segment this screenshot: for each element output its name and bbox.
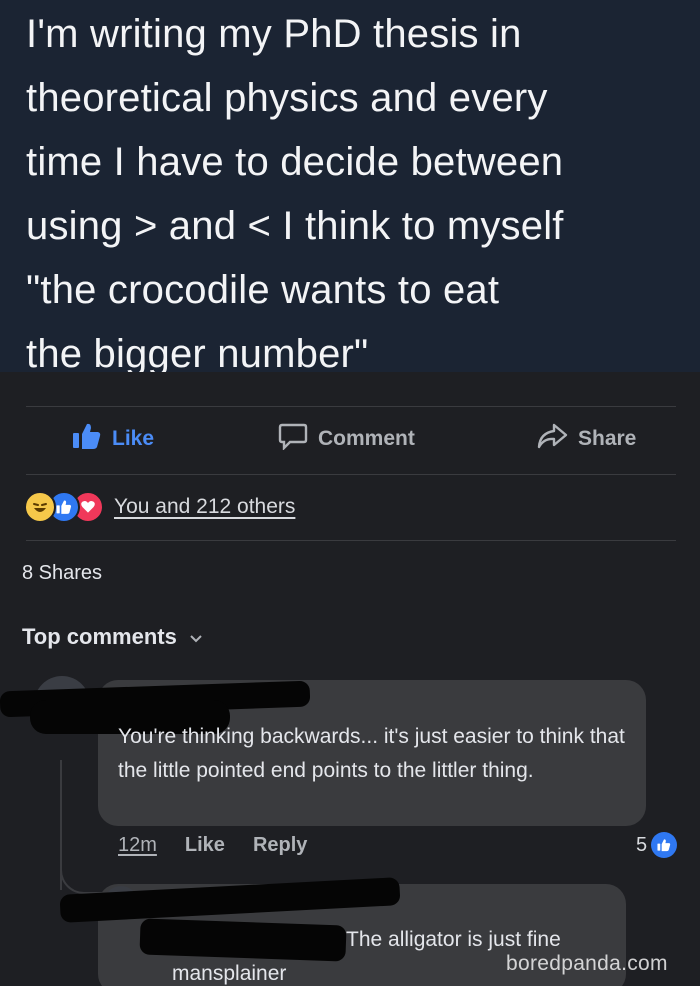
- divider: [26, 474, 676, 475]
- top-comments-dropdown[interactable]: Top comments: [22, 624, 203, 650]
- watermark: boredpanda.com: [506, 952, 668, 975]
- like-button[interactable]: Like: [72, 422, 155, 456]
- redaction-mark: [139, 918, 347, 962]
- like-count-value: 5: [636, 833, 648, 856]
- reactions-summary-text[interactable]: You and 212 others: [114, 495, 295, 519]
- share-label: Share: [578, 427, 637, 450]
- action-bar: Like Comment Share: [0, 406, 700, 474]
- chevron-down-icon: [189, 624, 203, 650]
- like-label: Like: [112, 427, 155, 450]
- haha-icon: [24, 491, 56, 523]
- shares-count[interactable]: 8 Shares: [22, 562, 102, 585]
- reply-text: mansplainer: [172, 962, 287, 985]
- comment-reply-button[interactable]: Reply: [253, 834, 307, 857]
- comment-meta: 12m Like Reply: [118, 834, 307, 857]
- comment-like-button[interactable]: Like: [185, 834, 225, 857]
- thumbs-up-icon: [72, 422, 102, 456]
- reactions-summary[interactable]: You and 212 others: [24, 490, 295, 524]
- post-body: I'm writing my PhD thesis in theoretical…: [0, 0, 700, 376]
- comment-label: Comment: [318, 427, 415, 450]
- post-text: I'm writing my PhD thesis in theoretical…: [26, 12, 564, 376]
- top-comments-label: Top comments: [22, 624, 177, 649]
- share-button[interactable]: Share: [536, 422, 637, 456]
- comment-icon: [278, 422, 308, 456]
- comment-like-count[interactable]: 5: [636, 832, 678, 858]
- comment-text: You're thinking backwards... it's just e…: [118, 725, 625, 782]
- share-arrow-icon: [536, 422, 568, 456]
- divider: [26, 540, 676, 541]
- like-icon: [651, 832, 678, 858]
- comment-button[interactable]: Comment: [278, 422, 415, 456]
- comment-timestamp[interactable]: 12m: [118, 834, 157, 857]
- reply-text: The alligator is just fine: [346, 928, 561, 951]
